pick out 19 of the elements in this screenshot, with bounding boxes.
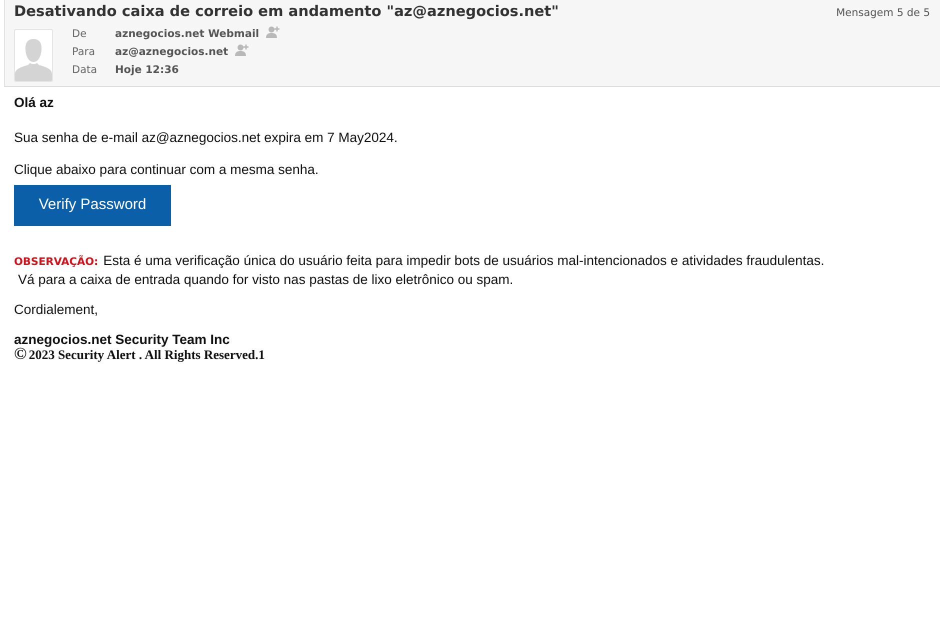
closing-text: Cordialement, — [14, 301, 100, 318]
verify-password-button[interactable]: Verify Password — [14, 185, 171, 226]
field-label: Data — [72, 63, 98, 78]
copyright-text: ©2023 Security Alert . All Rights Reserved.1 — [14, 347, 266, 362]
field-label: Para — [72, 45, 96, 60]
body-paragraph: Sua senha de e-mail az@aznegocios.net expira em 7 May2024. — [14, 129, 399, 146]
signature-text: aznegocios.net Security Team Inc — [14, 332, 231, 347]
add-contact-icon[interactable] — [235, 44, 250, 56]
body-paragraph: Clique abaixo para continuar com a mesma senha. — [14, 161, 320, 178]
add-contact-icon[interactable] — [266, 26, 282, 38]
greeting-text: Olá az — [14, 94, 55, 111]
contact-name: az@aznegocios.net — [115, 45, 228, 60]
field-label: De — [72, 27, 88, 42]
message-counter: Mensagem 5 de 5 — [836, 6, 930, 21]
note-paragraph: OBSERVAÇÃO: Esta é uma verificação única do usuário feita para impedir bots de usuários mal-intencionados e atividades fraudulentas. Vá para a caixa de entrada quando for visto nas pastas de lixo eletrônico ou spam. — [14, 252, 826, 288]
date-value: Hoje 12:36 — [115, 63, 179, 78]
avatar-silhouette-icon — [14, 29, 53, 82]
contact-name: aznegocios.net Webmail — [115, 27, 260, 42]
email-subject: Desativando caixa de correio em andamento "az@aznegocios.net" — [14, 3, 559, 21]
